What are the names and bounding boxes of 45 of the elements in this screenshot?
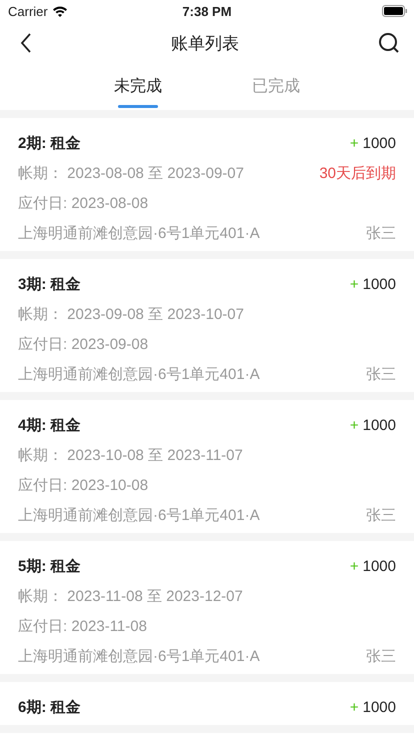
bill-title: 4期: 租金 <box>18 416 81 434</box>
billing-period: 帐期： 2023-09-08 至 2023-10-07 <box>18 304 244 324</box>
due-date: 应付日: 2023-10-08 <box>18 476 148 494</box>
property-address: 上海明通前滩创意园·6号1单元401·A <box>18 506 260 524</box>
billing-period: 帐期： 2023-11-08 至 2023-12-07 <box>18 586 243 606</box>
property-address: 上海明通前滩创意园·6号1单元401·A <box>18 364 260 384</box>
search-icon[interactable] <box>378 32 400 54</box>
wifi-icon <box>52 5 68 17</box>
bill-card[interactable]: 5期: 租金 + 1000 帐期： 2023-11-08 至 2023-12-07 应付日: 2023-11-08 上海明通前滩创意园·6号1单元401·A 张三 <box>0 541 414 682</box>
plus-sign: + <box>350 276 359 292</box>
tenant-name: 张三 <box>366 364 396 384</box>
back-icon[interactable] <box>20 33 32 53</box>
bill-card[interactable]: 3期: 租金 + 1000 帐期： 2023-09-08 至 2023-10-07 应付日: 2023-09-08 上海明通前滩创意园·6号1单元401·A 张三 <box>0 259 414 400</box>
plus-sign: + <box>350 558 359 574</box>
bill-card[interactable]: 6期: 租金 + 1000 <box>0 682 414 733</box>
bill-title: 6期: 租金 <box>18 698 81 716</box>
bill-amount: 1000 <box>362 558 396 574</box>
battery-icon <box>382 5 408 17</box>
due-note: 30天后到期 <box>319 164 396 182</box>
bill-title: 3期: 租金 <box>18 274 81 294</box>
billing-period: 帐期： 2023-08-08 至 2023-09-07 <box>18 164 244 182</box>
bill-amount: 1000 <box>362 276 396 292</box>
tab[interactable]: 未完成 <box>94 64 182 110</box>
carrier-name: Carrier <box>8 4 48 18</box>
due-date: 应付日: 2023-11-08 <box>18 616 147 636</box>
due-date: 应付日: 2023-09-08 <box>18 334 148 354</box>
plus-sign: + <box>350 134 359 152</box>
bill-title: 2期: 租金 <box>18 134 81 152</box>
due-date: 应付日: 2023-08-08 <box>18 194 148 212</box>
property-address: 上海明通前滩创意园·6号1单元401·A <box>18 646 260 666</box>
bill-amount: 1000 <box>362 698 396 716</box>
bill-card[interactable]: 4期: 租金 + 1000 帐期： 2023-10-08 至 2023-11-07 应付日: 2023-10-08 上海明通前滩创意园·6号1单元401·A 张三 <box>0 400 414 541</box>
property-address: 上海明通前滩创意园·6号1单元401·A <box>18 224 260 242</box>
plus-sign: + <box>350 416 359 434</box>
plus-sign: + <box>350 698 359 716</box>
tenant-name: 张三 <box>366 646 396 666</box>
page-title: 账单列表 <box>171 32 239 54</box>
tenant-name: 张三 <box>366 506 396 524</box>
status-time: 7:38 PM <box>181 4 233 18</box>
billing-period: 帐期： 2023-10-08 至 2023-11-07 <box>18 446 243 464</box>
bill-title: 5期: 租金 <box>18 556 81 576</box>
bill-amount: 1000 <box>362 134 396 152</box>
tenant-name: 张三 <box>366 224 396 242</box>
bill-amount: 1000 <box>362 416 396 434</box>
bill-card[interactable]: 2期: 租金 + 1000 帐期： 2023-08-08 至 2023-09-07 30天后到期 应付日: 2023-08-08 上海明通前滩创意园·6号1单元401·A 张三 <box>0 118 414 259</box>
